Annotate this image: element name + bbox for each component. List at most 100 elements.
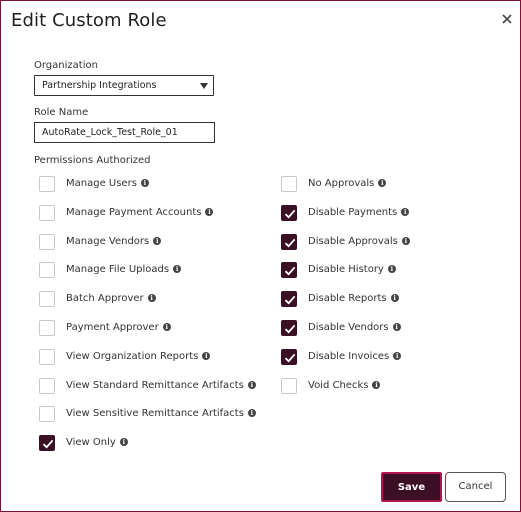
permission-checkbox[interactable] [39, 233, 55, 250]
organization-selected-value: Partnership Integrations [42, 80, 157, 91]
permission-manage-users[interactable]: Manage Users i [39, 176, 259, 194]
permission-label: Manage Payment Accounts i [66, 206, 214, 218]
permission-label-text: Manage File Uploads [66, 264, 170, 276]
info-icon[interactable]: i [147, 294, 156, 303]
permission-label-text: Manage Payment Accounts [66, 206, 202, 218]
permission-checkbox[interactable] [281, 291, 297, 308]
permission-disable-approvals[interactable]: Disable Approvals i [281, 233, 501, 252]
checkmark-icon [284, 209, 296, 219]
checkmark-icon [284, 353, 296, 363]
permission-checkbox[interactable] [39, 291, 55, 308]
info-icon[interactable]: i [372, 380, 381, 389]
permission-label-text: No Approvals [308, 178, 375, 189]
permission-checkbox[interactable] [281, 348, 297, 365]
role-name-value: AutoRate_Lock_Test_Role_01 [42, 127, 178, 138]
permission-manage-file-uploads[interactable]: Manage File Uploads i [39, 262, 259, 280]
permission-checkbox[interactable] [39, 262, 55, 279]
permission-checkbox[interactable] [39, 176, 55, 192]
permission-label-text: View Sensitive Remittance Artifacts [66, 408, 244, 420]
permission-label-text: Disable Approvals [308, 235, 398, 247]
info-icon[interactable]: i [140, 179, 149, 187]
info-icon[interactable]: i [162, 323, 171, 331]
permission-label-text: View Standard Remittance Artifacts [66, 379, 244, 391]
permission-label-text: Disable Invoices [308, 350, 390, 362]
permission-checkbox[interactable] [39, 348, 55, 365]
permission-label: Disable Invoices i [308, 350, 402, 362]
permission-checkbox[interactable] [281, 377, 297, 394]
role-name-label: Role Name [34, 107, 89, 118]
permission-view-standard-remittance-artifacts[interactable]: View Standard Remittance Artifacts i [39, 377, 259, 396]
permission-label-text: Manage Vendors [66, 235, 150, 247]
permission-label: Batch Approver i [66, 293, 156, 304]
permission-checkbox[interactable] [39, 406, 55, 423]
checkmark-icon [284, 324, 296, 334]
permission-checkbox[interactable] [281, 320, 297, 336]
permission-checkbox[interactable] [281, 233, 297, 250]
info-icon[interactable]: i [392, 323, 401, 331]
info-icon[interactable]: i [153, 236, 162, 245]
permission-disable-payments[interactable]: Disable Payments i [281, 204, 501, 223]
permission-label: Disable Approvals i [308, 236, 410, 247]
permission-view-only[interactable]: View Only i [39, 435, 259, 453]
permission-manage-payment-accounts[interactable]: Manage Payment Accounts i [39, 204, 259, 223]
permission-label-text: Manage Users [66, 178, 137, 189]
checkmark-icon [42, 439, 54, 449]
permission-view-organization-reports[interactable]: View Organization Reports i [39, 348, 259, 367]
permission-label: Payment Approver i [66, 322, 171, 333]
info-icon[interactable]: i [119, 438, 128, 447]
permission-disable-reports[interactable]: Disable Reports i [281, 291, 501, 309]
permission-label: Manage Vendors i [66, 235, 162, 247]
info-icon[interactable]: i [378, 179, 387, 187]
permission-disable-invoices[interactable]: Disable Invoices i [281, 348, 501, 367]
info-icon[interactable]: i [401, 207, 410, 216]
permission-label-text: Void Checks [308, 379, 369, 391]
permission-checkbox[interactable] [39, 435, 55, 452]
permission-checkbox[interactable] [281, 262, 297, 279]
permission-label-text: Batch Approver [66, 293, 144, 305]
permission-label: Disable Vendors i [308, 322, 401, 333]
info-icon[interactable]: i [173, 265, 182, 274]
permissions-label: Permissions Authorized [34, 155, 151, 166]
permission-label-text: Disable Payments [308, 206, 398, 218]
info-icon[interactable]: i [247, 380, 256, 389]
permission-label-text: Disable Vendors [308, 322, 389, 333]
info-icon[interactable]: i [390, 294, 399, 303]
permission-label: View Only i [66, 437, 128, 448]
permission-label: Void Checks i [308, 379, 381, 391]
close-icon[interactable] [499, 11, 515, 27]
organization-label: Organization [34, 60, 98, 71]
permission-checkbox[interactable] [39, 204, 55, 221]
permission-payment-approver[interactable]: Payment Approver i [39, 320, 259, 338]
role-name-input[interactable]: AutoRate_Lock_Test_Role_01 [34, 122, 215, 143]
permission-label: Manage Users i [66, 178, 149, 189]
permission-label-text: Disable Reports [308, 293, 387, 305]
permission-label: Manage File Uploads i [66, 264, 182, 276]
permission-label-text: Disable History [308, 264, 384, 276]
info-icon[interactable]: i [393, 351, 402, 360]
dialog-title: Edit Custom Role [11, 10, 167, 31]
permission-label: Disable Reports i [308, 293, 399, 304]
permission-checkbox[interactable] [39, 377, 55, 394]
permission-view-sensitive-remittance-artifacts[interactable]: View Sensitive Remittance Artifacts i [39, 406, 259, 424]
info-icon[interactable]: i [247, 409, 256, 418]
permission-checkbox[interactable] [281, 204, 297, 221]
chevron-down-icon [200, 83, 208, 89]
permission-label: Disable Payments i [308, 206, 410, 218]
info-icon[interactable]: i [205, 207, 214, 216]
save-button[interactable]: Save [381, 472, 442, 502]
organization-select[interactable]: Partnership Integrations [34, 75, 214, 96]
info-icon[interactable]: i [202, 351, 211, 360]
permission-label: View Standard Remittance Artifacts i [66, 380, 256, 391]
cancel-button[interactable]: Cancel [445, 472, 506, 502]
permission-checkbox[interactable] [39, 320, 55, 336]
permission-label: View Organization Reports i [66, 351, 211, 362]
permission-checkbox[interactable] [281, 176, 297, 192]
info-icon[interactable]: i [387, 265, 396, 274]
info-icon[interactable]: i [401, 236, 410, 245]
permission-no-approvals[interactable]: No Approvals i [281, 176, 501, 194]
permission-batch-approver[interactable]: Batch Approver i [39, 291, 259, 309]
permission-disable-history[interactable]: Disable History i [281, 262, 501, 280]
permission-manage-vendors[interactable]: Manage Vendors i [39, 233, 259, 252]
permission-disable-vendors[interactable]: Disable Vendors i [281, 320, 501, 338]
permission-void-checks[interactable]: Void Checks i [281, 377, 501, 396]
